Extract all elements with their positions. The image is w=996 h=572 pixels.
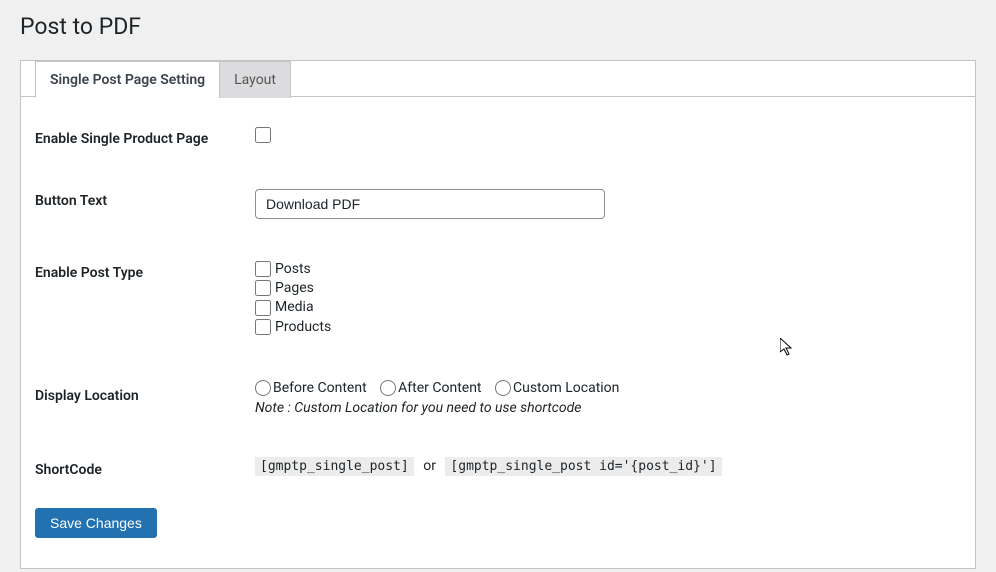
post-type-posts-label[interactable]: Posts: [255, 261, 961, 277]
tabs: Single Post Page Setting Layout: [21, 61, 975, 97]
button-text-field: [255, 189, 961, 219]
shortcode-1: [gmptp_single_post]: [255, 457, 414, 476]
shortcode-field: [gmptp_single_post] or [gmptp_single_pos…: [255, 458, 961, 474]
row-enable-post-type: Enable Post Type Posts Pages Media Produ…: [21, 249, 975, 350]
row-button-text: Button Text: [21, 177, 975, 231]
button-text-label: Button Text: [35, 189, 255, 209]
post-type-posts-text: Posts: [275, 261, 311, 277]
display-custom-radio[interactable]: [495, 380, 511, 396]
settings-panel: Single Post Page Setting Layout Enable S…: [20, 60, 976, 569]
post-type-field: Posts Pages Media Products: [255, 261, 961, 338]
enable-single-field: [255, 127, 961, 143]
display-before-radio[interactable]: [255, 380, 271, 396]
shortcode-or: or: [417, 458, 442, 474]
display-custom-label[interactable]: Custom Location: [495, 380, 619, 396]
enable-post-type-label: Enable Post Type: [35, 261, 255, 281]
post-type-pages-label[interactable]: Pages: [255, 280, 961, 296]
post-type-media-checkbox[interactable]: [255, 300, 271, 316]
shortcode-label: ShortCode: [35, 458, 255, 478]
row-display-location: Display Location Before Content After Co…: [21, 368, 975, 428]
submit-row: Save Changes: [21, 490, 975, 568]
post-type-posts-checkbox[interactable]: [255, 261, 271, 277]
post-type-products-label[interactable]: Products: [255, 319, 961, 335]
post-type-products-text: Products: [275, 319, 331, 335]
display-location-label: Display Location: [35, 380, 255, 404]
post-type-pages-checkbox[interactable]: [255, 280, 271, 296]
display-before-text: Before Content: [273, 380, 367, 396]
display-after-label[interactable]: After Content: [380, 380, 481, 396]
display-location-options: Before Content After Content Custom Loca…: [255, 380, 961, 396]
post-type-media-text: Media: [275, 299, 314, 315]
display-custom-text: Custom Location: [513, 380, 619, 396]
display-location-field: Before Content After Content Custom Loca…: [255, 380, 961, 416]
tab-layout[interactable]: Layout: [219, 61, 291, 98]
enable-single-label: Enable Single Product Page: [35, 127, 255, 147]
post-type-media-label[interactable]: Media: [255, 299, 961, 315]
post-type-products-checkbox[interactable]: [255, 319, 271, 335]
tab-single-post[interactable]: Single Post Page Setting: [35, 61, 220, 98]
button-text-input[interactable]: [255, 189, 605, 219]
display-after-text: After Content: [398, 380, 481, 396]
shortcode-2: [gmptp_single_post id='{post_id}']: [445, 457, 721, 476]
row-shortcode: ShortCode [gmptp_single_post] or [gmptp_…: [21, 446, 975, 490]
post-type-pages-text: Pages: [275, 280, 314, 296]
display-after-radio[interactable]: [380, 380, 396, 396]
page-title: Post to PDF: [20, 0, 976, 60]
display-note: Note : Custom Location for you need to u…: [255, 400, 961, 416]
enable-single-checkbox[interactable]: [255, 127, 271, 143]
row-enable-single: Enable Single Product Page: [21, 115, 975, 159]
form-table: Enable Single Product Page Button Text E…: [21, 115, 975, 568]
save-button[interactable]: Save Changes: [35, 508, 157, 538]
display-before-label[interactable]: Before Content: [255, 380, 367, 396]
